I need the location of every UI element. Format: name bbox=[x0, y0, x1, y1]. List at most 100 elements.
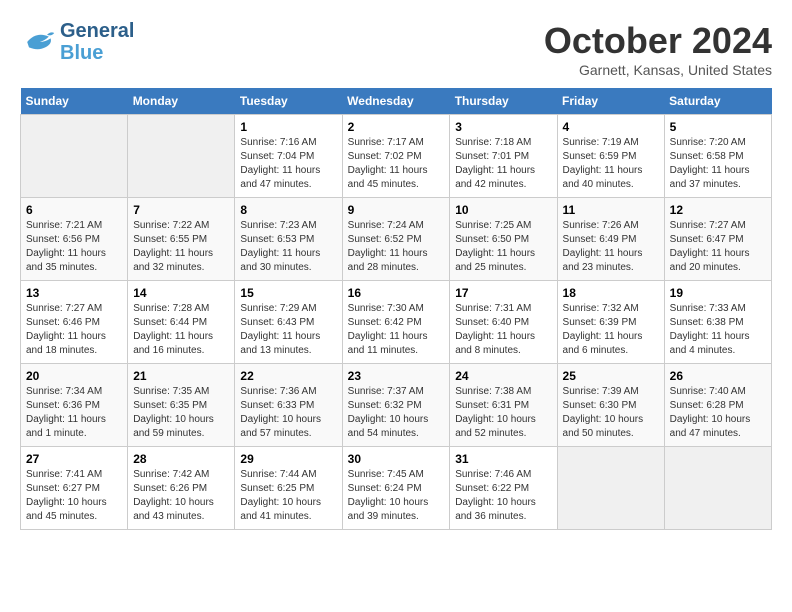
calendar-cell: 10Sunrise: 7:25 AMSunset: 6:50 PMDayligh… bbox=[450, 198, 557, 281]
calendar-cell: 22 Sunrise: 7:36 AMSunset: 6:33 PMDayligh… bbox=[235, 364, 342, 447]
week-row-4: 20 Sunrise: 7:34 AMSunset: 6:36 PMDayligh… bbox=[21, 364, 772, 447]
day-info: Sunrise: 7:19 AMSunset: 6:59 PMDaylight:… bbox=[563, 136, 659, 192]
calendar-cell: 28 Sunrise: 7:42 AMSunset: 6:26 PMDayligh… bbox=[128, 447, 235, 530]
calendar-cell: 1Sunrise: 7:16 AMSunset: 7:04 PMDaylight… bbox=[235, 115, 342, 198]
day-number: 14 bbox=[133, 286, 229, 300]
page-header: General Blue October 2024 Garnett, Kansa… bbox=[20, 20, 772, 78]
calendar-cell: 18 Sunrise: 7:32 AMSunset: 6:39 PMDayligh… bbox=[557, 281, 664, 364]
day-number: 16 bbox=[348, 286, 445, 300]
week-row-1: 1Sunrise: 7:16 AMSunset: 7:04 PMDaylight… bbox=[21, 115, 772, 198]
calendar-cell: 27 Sunrise: 7:41 AMSunset: 6:27 PMDayligh… bbox=[21, 447, 128, 530]
day-info: Sunrise: 7:32 AMSunset: 6:39 PMDaylight:… bbox=[563, 302, 659, 358]
month-title: October 2024 bbox=[544, 20, 772, 62]
calendar-cell: 24Sunrise: 7:38 AMSunset: 6:31 PMDayligh… bbox=[450, 364, 557, 447]
day-number: 24 bbox=[455, 369, 551, 383]
col-header-friday: Friday bbox=[557, 88, 664, 115]
day-number: 5 bbox=[670, 120, 766, 134]
calendar-cell: 19 Sunrise: 7:33 AMSunset: 6:38 PMDayligh… bbox=[664, 281, 771, 364]
day-number: 30 bbox=[348, 452, 445, 466]
calendar-cell: 8 Sunrise: 7:23 AMSunset: 6:53 PMDaylight… bbox=[235, 198, 342, 281]
day-info: Sunrise: 7:27 AMSunset: 6:46 PMDaylight:… bbox=[26, 302, 122, 358]
day-number: 6 bbox=[26, 203, 122, 217]
calendar-table: SundayMondayTuesdayWednesdayThursdayFrid… bbox=[20, 88, 772, 530]
day-info: Sunrise: 7:46 AMSunset: 6:22 PMDaylight:… bbox=[455, 468, 551, 524]
day-number: 20 bbox=[26, 369, 122, 383]
calendar-cell: 25 Sunrise: 7:39 AMSunset: 6:30 PMDayligh… bbox=[557, 364, 664, 447]
calendar-cell: 6Sunrise: 7:21 AMSunset: 6:56 PMDaylight… bbox=[21, 198, 128, 281]
day-number: 2 bbox=[348, 120, 445, 134]
day-number: 23 bbox=[348, 369, 445, 383]
calendar-cell: 7Sunrise: 7:22 AMSunset: 6:55 PMDaylight… bbox=[128, 198, 235, 281]
day-info: Sunrise: 7:26 AMSunset: 6:49 PMDaylight:… bbox=[563, 219, 659, 275]
day-info: Sunrise: 7:35 AMSunset: 6:35 PMDaylight:… bbox=[133, 385, 229, 441]
day-number: 13 bbox=[26, 286, 122, 300]
calendar-cell bbox=[21, 115, 128, 198]
calendar-cell: 29Sunrise: 7:44 AMSunset: 6:25 PMDayligh… bbox=[235, 447, 342, 530]
day-number: 19 bbox=[670, 286, 766, 300]
col-header-thursday: Thursday bbox=[450, 88, 557, 115]
day-info: Sunrise: 7:41 AMSunset: 6:27 PMDaylight:… bbox=[26, 468, 122, 524]
day-info: Sunrise: 7:18 AMSunset: 7:01 PMDaylight:… bbox=[455, 136, 551, 192]
col-header-sunday: Sunday bbox=[21, 88, 128, 115]
day-number: 28 bbox=[133, 452, 229, 466]
calendar-cell: 15 Sunrise: 7:29 AMSunset: 6:43 PMDayligh… bbox=[235, 281, 342, 364]
calendar-cell bbox=[128, 115, 235, 198]
day-info: Sunrise: 7:36 AMSunset: 6:33 PMDaylight:… bbox=[240, 385, 336, 441]
calendar-cell: 26 Sunrise: 7:40 AMSunset: 6:28 PMDayligh… bbox=[664, 364, 771, 447]
day-info: Sunrise: 7:27 AMSunset: 6:47 PMDaylight:… bbox=[670, 219, 766, 275]
col-header-tuesday: Tuesday bbox=[235, 88, 342, 115]
day-number: 31 bbox=[455, 452, 551, 466]
calendar-cell: 3 Sunrise: 7:18 AMSunset: 7:01 PMDaylight… bbox=[450, 115, 557, 198]
day-number: 22 bbox=[240, 369, 336, 383]
day-info: Sunrise: 7:42 AMSunset: 6:26 PMDaylight:… bbox=[133, 468, 229, 524]
day-number: 10 bbox=[455, 203, 551, 217]
logo-blue: Blue bbox=[60, 42, 134, 64]
day-info: Sunrise: 7:20 AMSunset: 6:58 PMDaylight:… bbox=[670, 136, 766, 192]
day-number: 9 bbox=[348, 203, 445, 217]
day-info: Sunrise: 7:23 AMSunset: 6:53 PMDaylight:… bbox=[240, 219, 336, 275]
day-number: 4 bbox=[563, 120, 659, 134]
calendar-cell: 13 Sunrise: 7:27 AMSunset: 6:46 PMDayligh… bbox=[21, 281, 128, 364]
calendar-cell: 4 Sunrise: 7:19 AMSunset: 6:59 PMDaylight… bbox=[557, 115, 664, 198]
day-number: 12 bbox=[670, 203, 766, 217]
col-header-saturday: Saturday bbox=[664, 88, 771, 115]
day-info: Sunrise: 7:24 AMSunset: 6:52 PMDaylight:… bbox=[348, 219, 445, 275]
calendar-cell bbox=[557, 447, 664, 530]
day-info: Sunrise: 7:33 AMSunset: 6:38 PMDaylight:… bbox=[670, 302, 766, 358]
day-info: Sunrise: 7:30 AMSunset: 6:42 PMDaylight:… bbox=[348, 302, 445, 358]
day-info: Sunrise: 7:40 AMSunset: 6:28 PMDaylight:… bbox=[670, 385, 766, 441]
day-number: 8 bbox=[240, 203, 336, 217]
day-info: Sunrise: 7:34 AMSunset: 6:36 PMDaylight:… bbox=[26, 385, 122, 441]
logo-general: General bbox=[60, 20, 134, 42]
calendar-cell: 17Sunrise: 7:31 AMSunset: 6:40 PMDayligh… bbox=[450, 281, 557, 364]
day-number: 26 bbox=[670, 369, 766, 383]
calendar-cell: 2Sunrise: 7:17 AMSunset: 7:02 PMDaylight… bbox=[342, 115, 450, 198]
calendar-cell: 11Sunrise: 7:26 AMSunset: 6:49 PMDayligh… bbox=[557, 198, 664, 281]
calendar-cell: 30 Sunrise: 7:45 AMSunset: 6:24 PMDayligh… bbox=[342, 447, 450, 530]
week-row-3: 13 Sunrise: 7:27 AMSunset: 6:46 PMDayligh… bbox=[21, 281, 772, 364]
calendar-cell: 16 Sunrise: 7:30 AMSunset: 6:42 PMDayligh… bbox=[342, 281, 450, 364]
day-info: Sunrise: 7:28 AMSunset: 6:44 PMDaylight:… bbox=[133, 302, 229, 358]
day-info: Sunrise: 7:45 AMSunset: 6:24 PMDaylight:… bbox=[348, 468, 445, 524]
title-area: October 2024 Garnett, Kansas, United Sta… bbox=[544, 20, 772, 78]
day-number: 21 bbox=[133, 369, 229, 383]
calendar-cell: 21 Sunrise: 7:35 AMSunset: 6:35 PMDayligh… bbox=[128, 364, 235, 447]
day-number: 3 bbox=[455, 120, 551, 134]
day-number: 27 bbox=[26, 452, 122, 466]
calendar-cell: 14 Sunrise: 7:28 AMSunset: 6:44 PMDayligh… bbox=[128, 281, 235, 364]
calendar-cell: 20 Sunrise: 7:34 AMSunset: 6:36 PMDayligh… bbox=[21, 364, 128, 447]
calendar-cell: 5 Sunrise: 7:20 AMSunset: 6:58 PMDaylight… bbox=[664, 115, 771, 198]
calendar-cell: 12 Sunrise: 7:27 AMSunset: 6:47 PMDayligh… bbox=[664, 198, 771, 281]
day-number: 15 bbox=[240, 286, 336, 300]
calendar-cell bbox=[664, 447, 771, 530]
day-number: 25 bbox=[563, 369, 659, 383]
day-number: 18 bbox=[563, 286, 659, 300]
day-number: 29 bbox=[240, 452, 336, 466]
day-info: Sunrise: 7:39 AMSunset: 6:30 PMDaylight:… bbox=[563, 385, 659, 441]
week-row-5: 27 Sunrise: 7:41 AMSunset: 6:27 PMDayligh… bbox=[21, 447, 772, 530]
calendar-cell: 31 Sunrise: 7:46 AMSunset: 6:22 PMDayligh… bbox=[450, 447, 557, 530]
header-row: SundayMondayTuesdayWednesdayThursdayFrid… bbox=[21, 88, 772, 115]
day-info: Sunrise: 7:29 AMSunset: 6:43 PMDaylight:… bbox=[240, 302, 336, 358]
day-info: Sunrise: 7:31 AMSunset: 6:40 PMDaylight:… bbox=[455, 302, 551, 358]
day-number: 7 bbox=[133, 203, 229, 217]
